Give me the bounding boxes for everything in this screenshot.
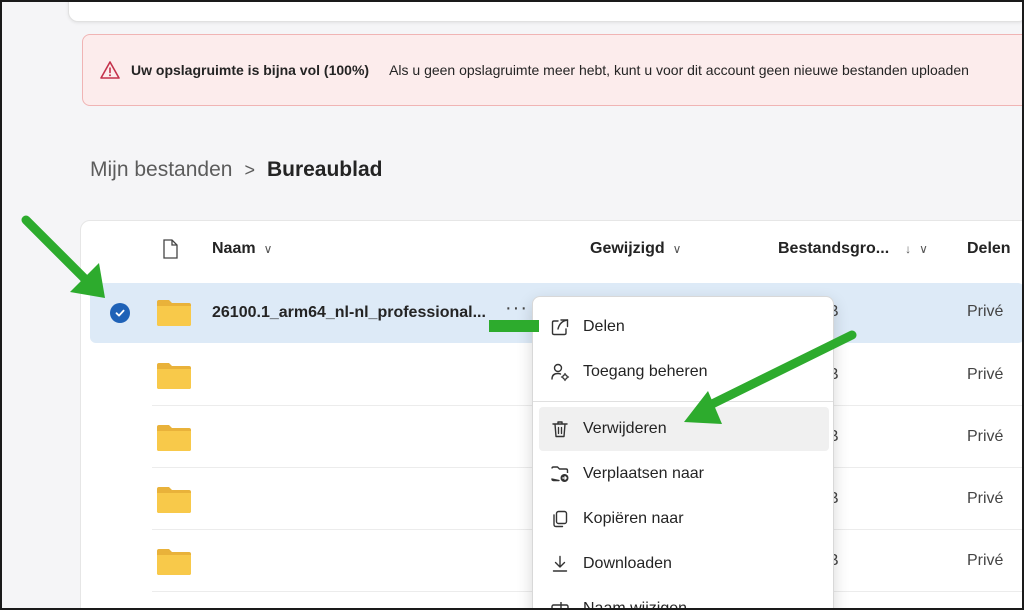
- annotation-arrow-checkbox: [21, 215, 105, 298]
- annotation-bar-share: [489, 320, 539, 332]
- annotation-arrows: [21, 215, 857, 424]
- annotation-arrow-delete: [684, 330, 857, 424]
